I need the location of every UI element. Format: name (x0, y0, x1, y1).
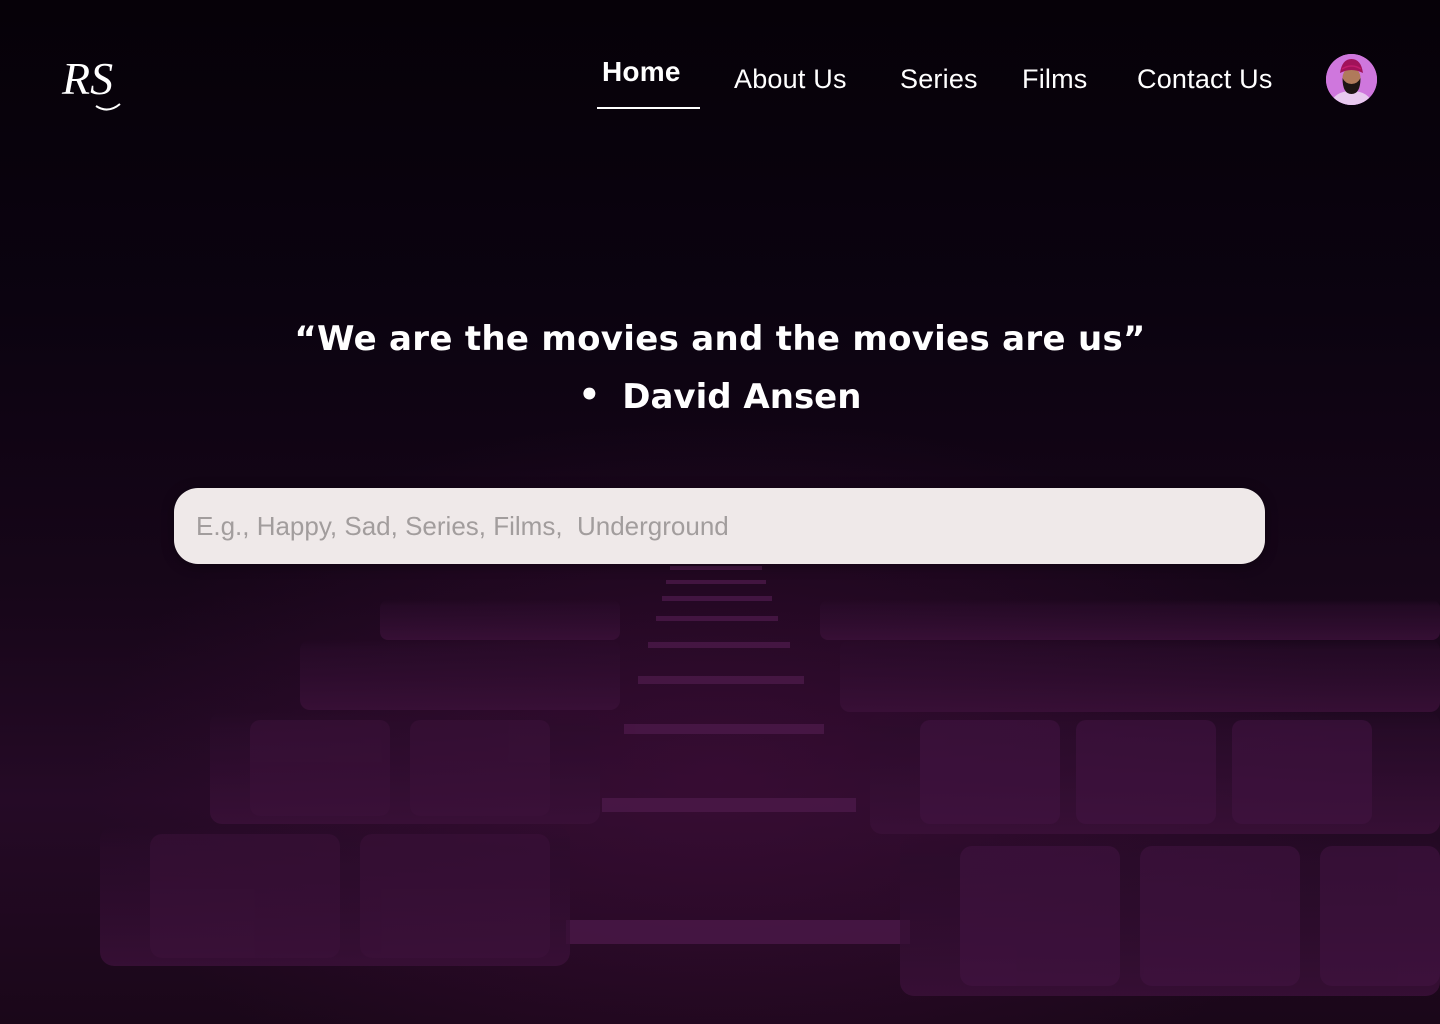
active-nav-underline (597, 107, 700, 109)
hero-quote: “We are the movies and the movies are us… (294, 319, 1146, 359)
author-bullet: • (578, 375, 601, 415)
svg-text:RS: RS (61, 53, 113, 104)
search-input[interactable] (174, 488, 1265, 564)
rs-logo-icon: RS (61, 53, 121, 111)
nav-home[interactable]: Home (602, 56, 681, 88)
search-bar (174, 488, 1265, 564)
nav-contact-us[interactable]: Contact Us (1137, 64, 1273, 95)
nav-about-us[interactable]: About Us (734, 64, 847, 95)
author-name: David Ansen (622, 377, 862, 417)
user-avatar-icon (1326, 54, 1377, 105)
user-avatar[interactable] (1326, 54, 1377, 105)
nav-series[interactable]: Series (900, 64, 978, 95)
nav-films[interactable]: Films (1022, 64, 1087, 95)
quote-author: • David Ansen (200, 374, 1240, 420)
rs-logo[interactable]: RS (60, 44, 130, 114)
main-nav: Home About Us Series Films Contact Us (590, 56, 1300, 116)
